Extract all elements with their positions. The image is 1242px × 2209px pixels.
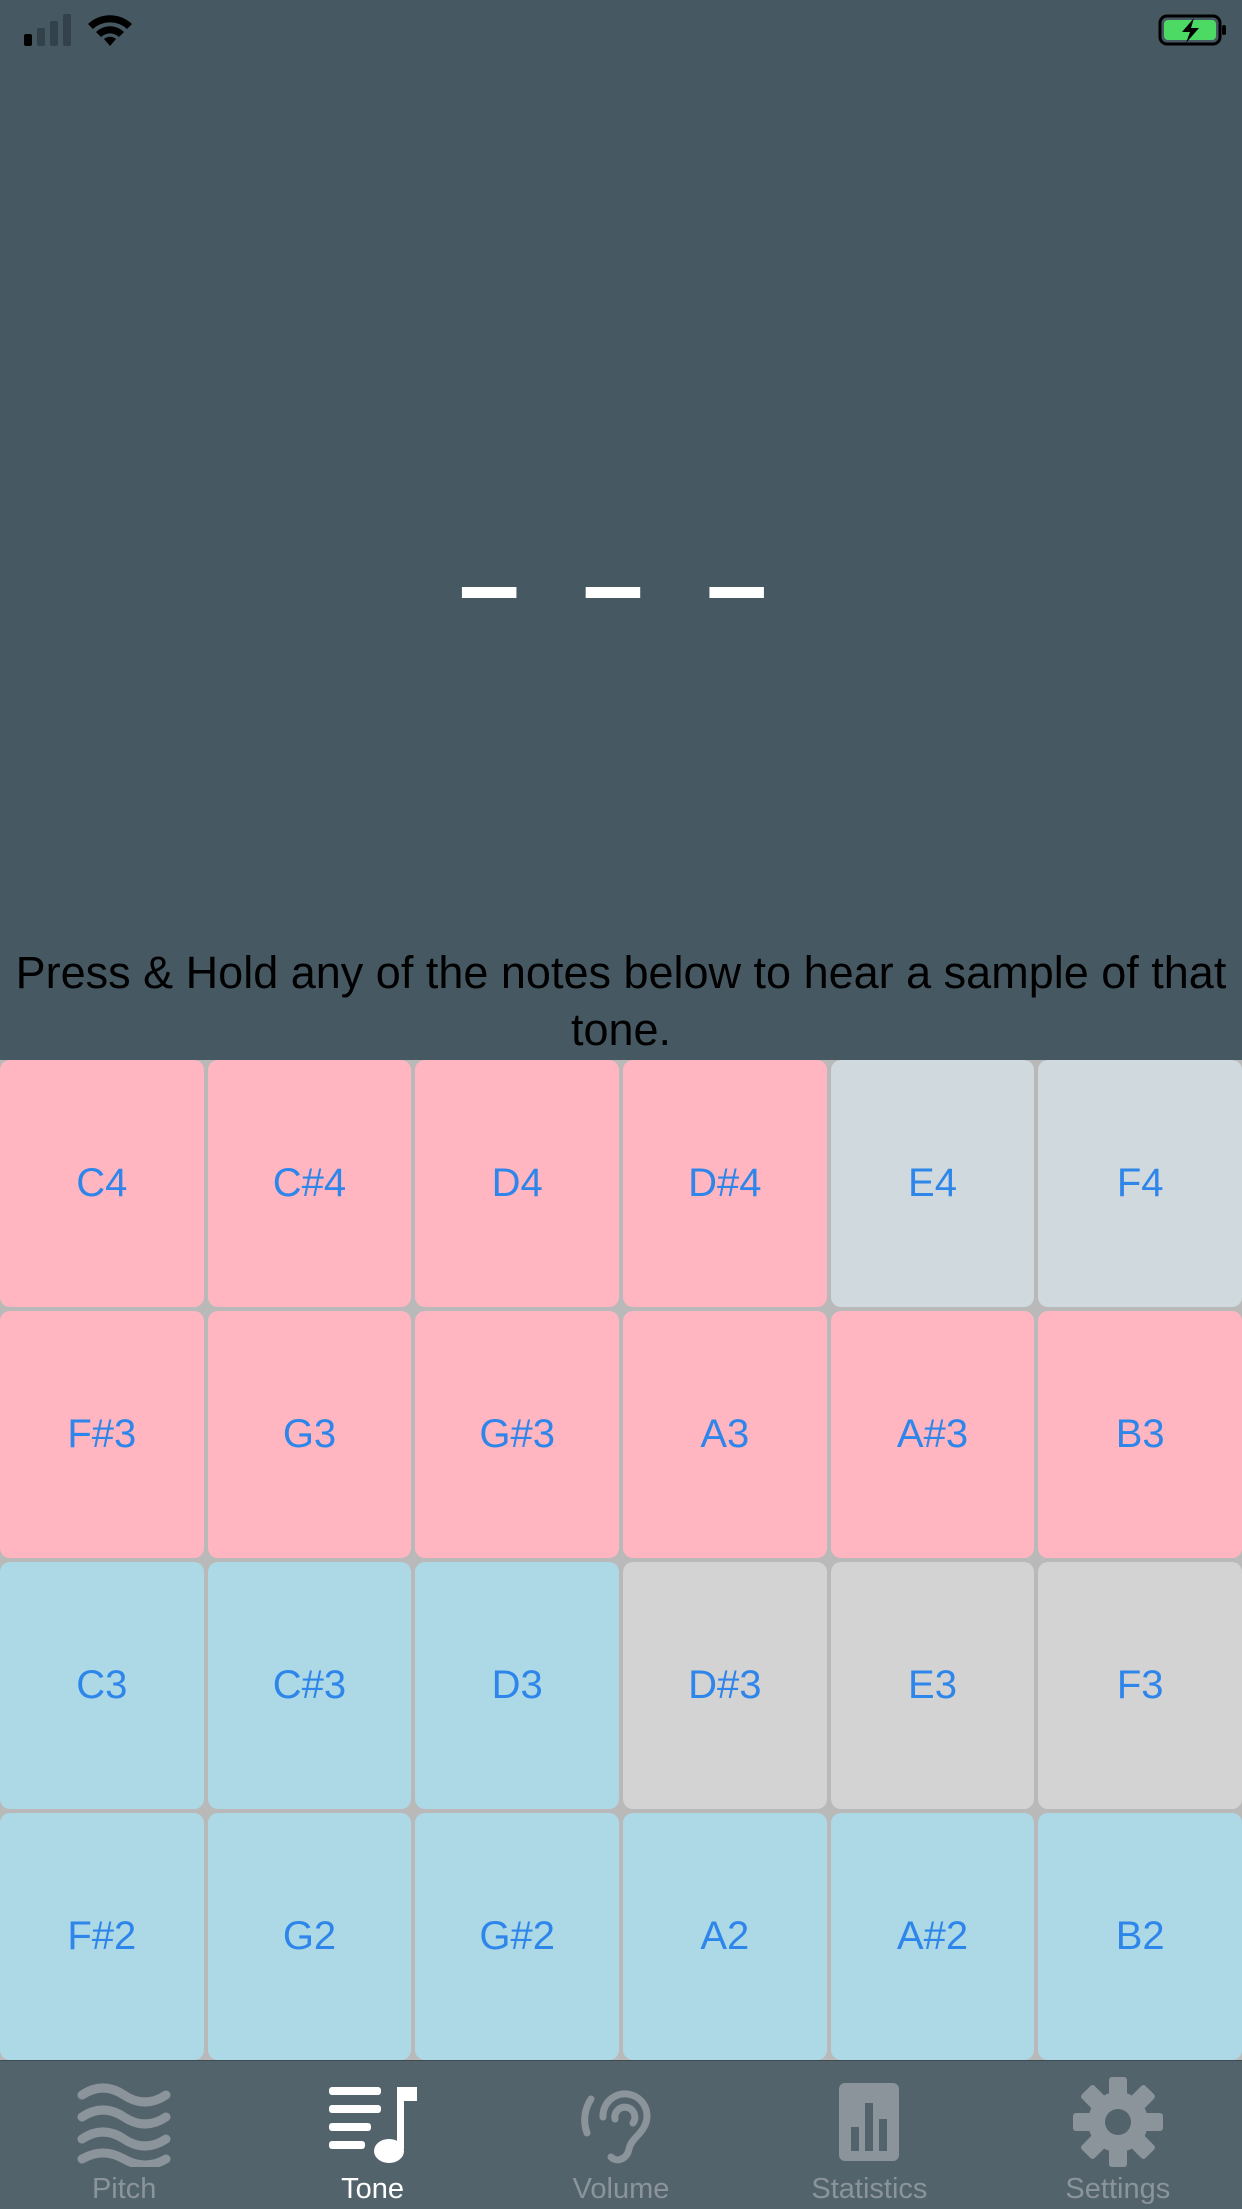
tab-label-statistics: Statistics xyxy=(811,2173,928,2205)
tab-label-tone: Tone xyxy=(341,2173,405,2205)
tab-settings[interactable]: Settings xyxy=(994,2061,1242,2209)
note-key-c-sharp3[interactable]: C#3 xyxy=(207,1562,412,1809)
note-keypad: C4 C#4 D4 D#4 E4 F4 F#3 G3 G#3 A3 A#3 B3 C3 C#3 D3 D#3 E… xyxy=(0,1060,1242,2060)
note-key-g-sharp2[interactable]: G#2 xyxy=(415,1813,619,2060)
tab-bar: Pitch Tone Volume Statistics Settings xyxy=(0,2060,1242,2209)
status-bar xyxy=(0,0,1242,60)
note-key-d-sharp4[interactable]: D#4 xyxy=(623,1060,827,1307)
note-key-f4[interactable]: F4 xyxy=(1038,1060,1242,1307)
note-key-a-sharp2[interactable]: A#2 xyxy=(830,1813,1035,2060)
note-key-f3[interactable]: F3 xyxy=(1038,1562,1242,1809)
note-key-b3[interactable]: B3 xyxy=(1038,1311,1242,1558)
note-key-d3[interactable]: D3 xyxy=(415,1562,619,1809)
gear-icon xyxy=(1072,2077,1163,2167)
ear-icon xyxy=(581,2090,651,2164)
note-key-g3[interactable]: G3 xyxy=(207,1311,412,1558)
note-key-a3[interactable]: A3 xyxy=(623,1311,827,1558)
note-key-g2[interactable]: G2 xyxy=(207,1813,412,2060)
cell-signal-icon xyxy=(24,14,71,46)
tab-tone[interactable]: Tone xyxy=(248,2061,496,2209)
tab-label-volume: Volume xyxy=(572,2173,670,2205)
note-placeholder: – – – xyxy=(458,523,784,646)
tone-display: – – – xyxy=(0,60,1242,940)
tab-label-pitch: Pitch xyxy=(91,2173,157,2205)
tab-volume[interactable]: Volume xyxy=(497,2061,745,2209)
note-key-c4[interactable]: C4 xyxy=(0,1060,204,1307)
waves-icon xyxy=(77,2083,171,2167)
note-key-e4[interactable]: E4 xyxy=(830,1060,1035,1307)
note-key-d-sharp3[interactable]: D#3 xyxy=(623,1562,827,1809)
wifi-icon xyxy=(88,15,132,46)
note-key-e3[interactable]: E3 xyxy=(830,1562,1035,1809)
bar-chart-icon xyxy=(839,2083,900,2161)
note-key-g-sharp3[interactable]: G#3 xyxy=(415,1311,619,1558)
note-key-f-sharp3[interactable]: F#3 xyxy=(0,1311,204,1558)
instructions-text: Press & Hold any of the notes below to h… xyxy=(15,947,1227,1055)
tab-statistics[interactable]: Statistics xyxy=(745,2061,993,2209)
music-list-icon xyxy=(328,2087,417,2163)
note-key-d4[interactable]: D4 xyxy=(415,1060,619,1307)
note-key-c3[interactable]: C3 xyxy=(0,1562,204,1809)
note-key-a-sharp3[interactable]: A#3 xyxy=(830,1311,1035,1558)
battery-charging-icon xyxy=(1158,14,1226,46)
tab-label-settings: Settings xyxy=(1065,2173,1171,2205)
note-key-c-sharp4[interactable]: C#4 xyxy=(207,1060,412,1307)
note-key-b2[interactable]: B2 xyxy=(1038,1813,1242,2060)
note-key-a2[interactable]: A2 xyxy=(623,1813,827,2060)
tab-pitch[interactable]: Pitch xyxy=(0,2061,248,2209)
note-key-f-sharp2[interactable]: F#2 xyxy=(0,1813,204,2060)
